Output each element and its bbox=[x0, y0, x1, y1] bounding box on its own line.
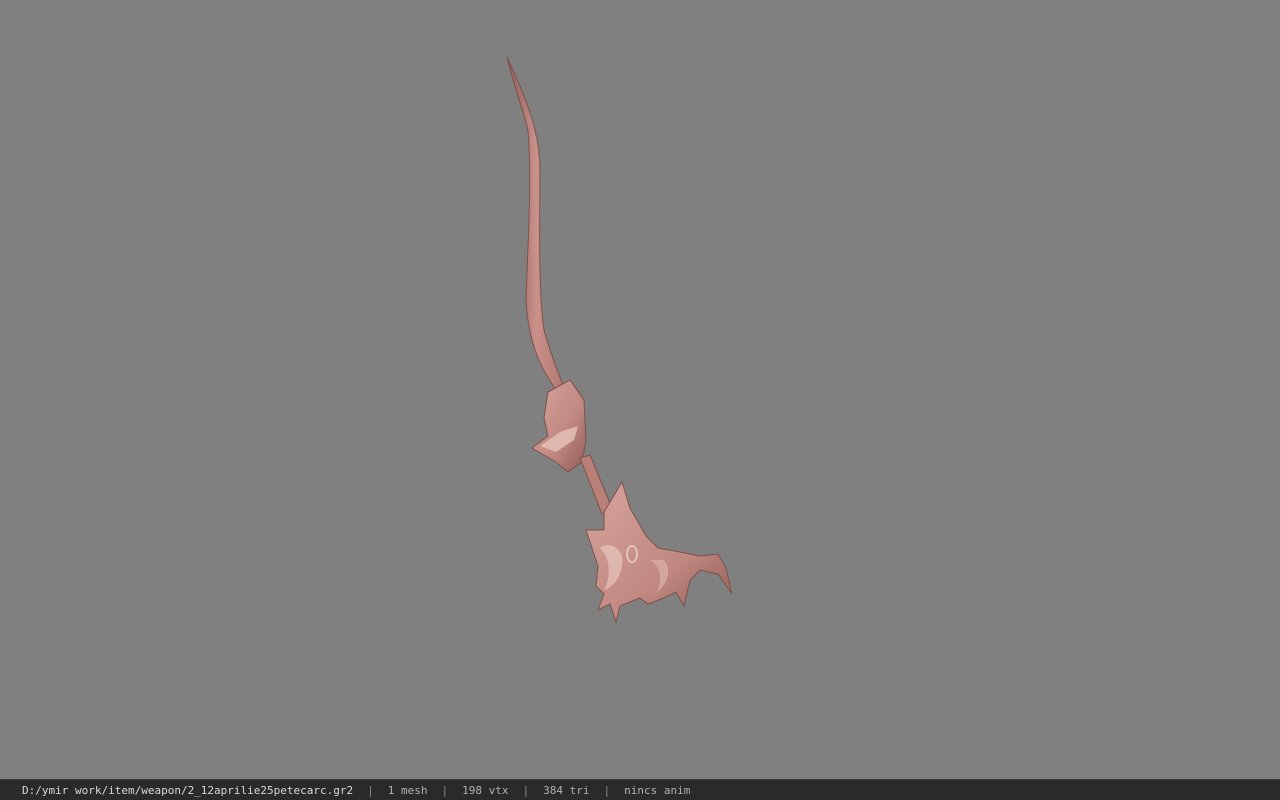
statusbar: D:/ymir work/item/weapon/2_12aprilie25pe… bbox=[0, 779, 1280, 800]
separator: | bbox=[522, 783, 530, 797]
model-viewport[interactable] bbox=[0, 0, 1280, 779]
separator: | bbox=[441, 783, 449, 797]
weapon-shaft bbox=[579, 454, 613, 515]
weapon-model bbox=[506, 56, 733, 624]
animation-status: nincs anim bbox=[624, 783, 691, 797]
file-path: D:/ymir work/item/weapon/2_12aprilie25pe… bbox=[22, 783, 354, 797]
separator: | bbox=[603, 783, 611, 797]
weapon-guard bbox=[531, 379, 587, 473]
mesh-count: 1 mesh bbox=[387, 783, 428, 797]
triangle-count: 384 tri bbox=[543, 783, 590, 797]
vertex-count: 198 vtx bbox=[462, 783, 509, 797]
separator: | bbox=[367, 783, 374, 797]
weapon-blade bbox=[506, 56, 573, 409]
